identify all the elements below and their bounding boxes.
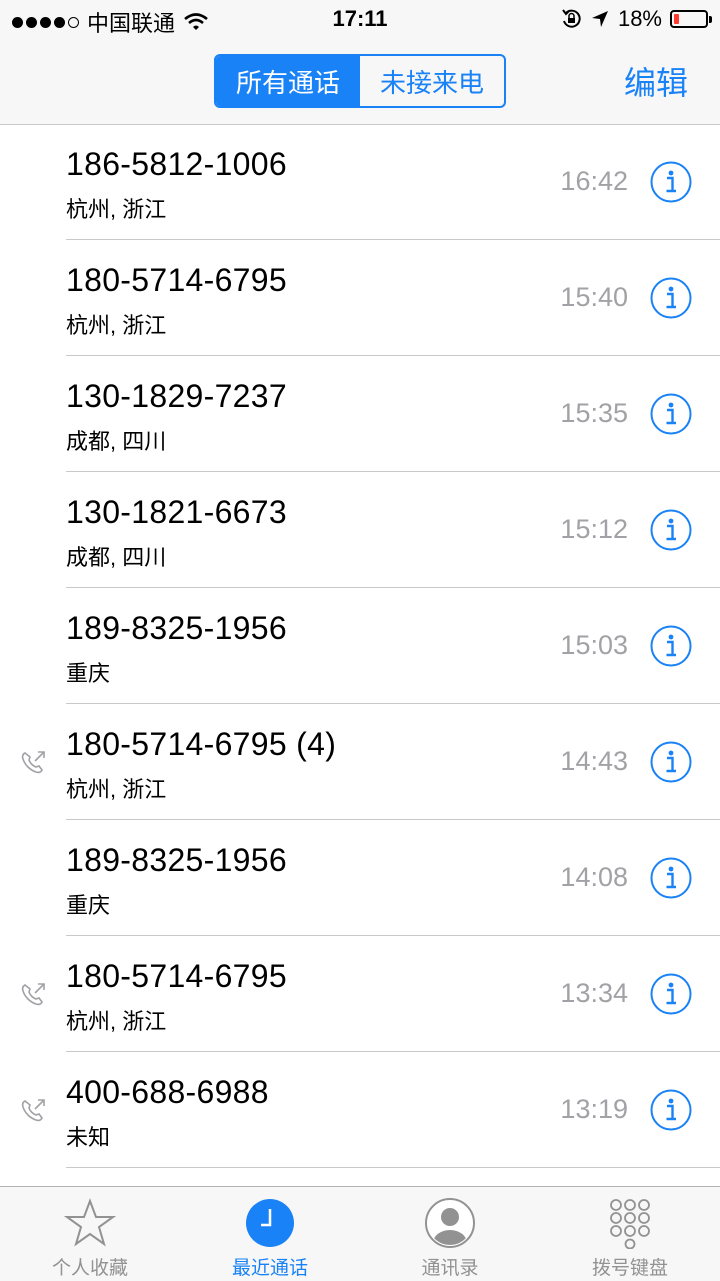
call-time: 13:34 — [560, 978, 628, 1008]
call-time: 14:08 — [560, 862, 628, 892]
segment-missed-calls[interactable]: 未接来电 — [360, 56, 504, 106]
call-time: 15:35 — [560, 398, 628, 428]
outgoing-call-icon — [18, 748, 48, 778]
info-icon[interactable] — [650, 393, 692, 435]
info-icon[interactable] — [650, 857, 692, 899]
call-location: 成都, 四川 — [66, 545, 167, 570]
info-icon[interactable] — [650, 161, 692, 203]
call-time: 15:40 — [560, 282, 628, 312]
info-icon[interactable] — [650, 277, 692, 319]
call-location: 杭州, 浙江 — [66, 197, 167, 222]
navigation-bar: 所有通话 未接来电 编辑 — [0, 40, 720, 125]
call-row[interactable]: 180-5714-6795 (4) 杭州, 浙江 14:43 — [0, 704, 720, 820]
status-right: 18% — [560, 6, 712, 32]
tab-favorites[interactable]: 个人收藏 — [0, 1187, 180, 1281]
outgoing-call-icon — [18, 1096, 48, 1126]
recent-calls-list: 186-5812-1006 杭州, 浙江 16:42 180-5714-6795 杭州,… — [0, 124, 720, 1168]
call-row[interactable]: 189-8325-1956 重庆 14:08 — [0, 820, 720, 936]
call-location: 未知 — [66, 1125, 111, 1150]
call-row[interactable]: 186-5812-1006 杭州, 浙江 16:42 — [0, 124, 720, 240]
call-number: 130-1821-6673 — [66, 494, 287, 530]
tab-recents[interactable]: 最近通话 — [180, 1187, 360, 1281]
tab-keypad[interactable]: 拨号键盘 — [540, 1187, 720, 1281]
call-time: 15:12 — [560, 514, 628, 544]
call-location: 杭州, 浙江 — [66, 777, 167, 802]
call-number: 180-5714-6795 — [66, 958, 287, 994]
call-location: 成都, 四川 — [66, 429, 167, 454]
call-row[interactable]: 180-5714-6795 杭州, 浙江 15:40 — [0, 240, 720, 356]
info-icon[interactable] — [650, 509, 692, 551]
call-location: 重庆 — [66, 893, 111, 918]
call-location: 重庆 — [66, 661, 111, 686]
info-icon[interactable] — [650, 625, 692, 667]
info-icon[interactable] — [650, 973, 692, 1015]
call-number: 180-5714-6795 — [66, 262, 287, 298]
info-icon[interactable] — [650, 741, 692, 783]
call-time: 15:03 — [560, 630, 628, 660]
outgoing-call-icon — [18, 980, 48, 1010]
call-number: 180-5714-6795 (4) — [66, 726, 337, 762]
clock-icon — [246, 1199, 294, 1247]
call-filter-segmented-control: 所有通话 未接来电 — [214, 54, 506, 108]
call-number: 189-8325-1956 — [66, 842, 287, 878]
call-row[interactable]: 180-5714-6795 杭州, 浙江 13:34 — [0, 936, 720, 1052]
call-row[interactable]: 130-1821-6673 成都, 四川 15:12 — [0, 472, 720, 588]
rotation-lock-icon — [562, 9, 581, 28]
call-location: 杭州, 浙江 — [66, 313, 167, 338]
call-row[interactable]: 400-688-6988 未知 13:19 — [0, 1052, 720, 1168]
contact-icon — [425, 1198, 475, 1248]
row-separator — [66, 1167, 720, 1168]
call-location: 杭州, 浙江 — [66, 1009, 167, 1034]
location-arrow-icon — [591, 11, 608, 27]
call-time: 14:43 — [560, 746, 628, 776]
tab-label: 个人收藏 — [51, 1258, 128, 1279]
star-icon — [64, 1198, 116, 1247]
tab-bar: 个人收藏 最近通话 通讯录 拨号键盘 — [0, 1186, 720, 1281]
call-time: 16:42 — [560, 166, 628, 196]
tab-label: 拨号键盘 — [591, 1258, 668, 1279]
segment-all-calls[interactable]: 所有通话 — [216, 56, 360, 106]
call-number: 186-5812-1006 — [66, 146, 287, 182]
call-number: 130-1829-7237 — [66, 378, 287, 414]
status-bar: 中国联通 17:11 18% — [0, 0, 720, 40]
edit-button[interactable]: 编辑 — [624, 58, 688, 104]
call-number: 400-688-6988 — [66, 1074, 269, 1110]
tab-contacts[interactable]: 通讯录 — [360, 1187, 540, 1281]
battery-percent: 18% — [617, 6, 662, 31]
call-row[interactable]: 189-8325-1956 重庆 15:03 — [0, 588, 720, 704]
call-time: 13:19 — [560, 1094, 628, 1124]
battery-icon — [670, 10, 712, 28]
tab-label: 通讯录 — [421, 1258, 479, 1279]
info-icon[interactable] — [650, 1089, 692, 1131]
call-number: 189-8325-1956 — [66, 610, 287, 646]
call-row[interactable]: 130-1829-7237 成都, 四川 15:35 — [0, 356, 720, 472]
keypad-icon — [610, 1199, 650, 1249]
tab-label: 最近通话 — [231, 1258, 308, 1279]
